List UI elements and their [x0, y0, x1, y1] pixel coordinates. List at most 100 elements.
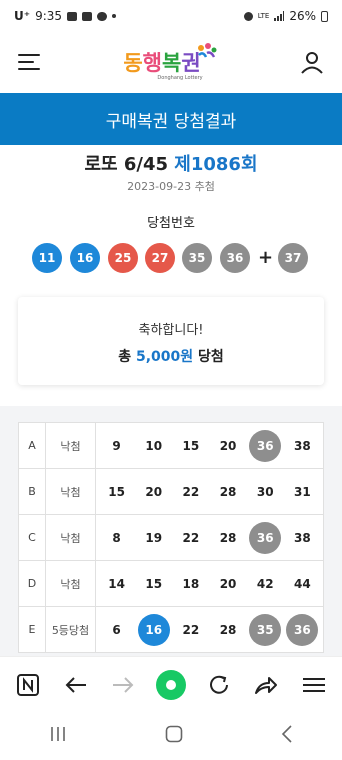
bonus-plus: +: [258, 247, 274, 268]
winning-ball: 27: [145, 243, 175, 273]
back-arrow-icon[interactable]: [60, 669, 92, 701]
logo-char-1: 동: [123, 51, 142, 75]
status-time: 9:35: [35, 9, 63, 23]
donghang-lottery-logo[interactable]: 동 행 복 권 Donghang Lottery: [123, 43, 217, 81]
ticket-numbers: 9 10 15 20 36 38: [95, 422, 324, 469]
ticket-number: 28: [219, 530, 237, 545]
ticket-number: 38: [294, 530, 311, 545]
logo-char-3: 복: [162, 51, 181, 75]
ticket-numbers: 14 15 18 20 42 44: [95, 560, 324, 607]
matched-number-ball: 16: [137, 613, 170, 646]
prize-prefix: 총: [118, 349, 132, 365]
table-row: B 낙첨 15 20 22 28 30 31: [18, 468, 324, 515]
prize-amount-line: 총 5,000원 당첨: [18, 346, 324, 366]
ticket-number: 15: [182, 438, 200, 453]
draw-title: 로또 6/45 제1086회: [0, 150, 342, 176]
battery-icon: [321, 10, 328, 22]
winning-numbers-label: 당첨번호: [147, 216, 195, 231]
logo-people-icon: [197, 43, 217, 58]
ticket-number: 28: [219, 622, 237, 637]
more-notifications-icon: [112, 14, 117, 18]
table-row: A 낙첨 9 10 15 20 36 38: [18, 422, 324, 469]
ticket-slot: C: [18, 514, 46, 561]
ticket-slot: B: [18, 468, 46, 515]
ticket-number: 8: [112, 530, 121, 545]
ticket-numbers: 15 20 22 28 30 31: [95, 468, 324, 515]
page-title-bar: 구매복권 당첨결과: [0, 93, 342, 145]
ticket-number: 38: [294, 438, 311, 453]
matched-number-ball: 36: [249, 521, 282, 554]
share-icon[interactable]: [250, 669, 282, 701]
ticket-number: 30: [256, 484, 274, 499]
prize-summary-card: 축하합니다! 총 5,000원 당첨: [18, 297, 324, 385]
ticket-number: 6: [112, 622, 121, 637]
battery-percent: 26%: [289, 9, 316, 23]
ticket-number: 9: [112, 438, 121, 453]
page-title: 구매복권 당첨결과: [105, 111, 237, 132]
home-icon[interactable]: [165, 725, 183, 747]
home-circle-icon[interactable]: [155, 669, 187, 701]
back-icon[interactable]: [281, 725, 293, 747]
ticket-result: 낙첨: [45, 514, 96, 561]
ticket-slot: A: [18, 422, 46, 469]
ticket-number: 15: [145, 576, 163, 591]
signal-icon: [274, 11, 285, 21]
recent-apps-icon[interactable]: [49, 726, 67, 746]
ticket-number: 22: [182, 530, 200, 545]
system-navigation-bar: [0, 712, 342, 760]
ticket-result: 낙첨: [45, 468, 96, 515]
ticket-number: 20: [219, 576, 237, 591]
matched-number-ball: 36: [249, 429, 282, 462]
ticket-number: 22: [182, 484, 200, 499]
ticket-numbers: 6 16 22 28 35 36: [95, 606, 324, 653]
logo-char-2: 행: [142, 51, 162, 75]
ticket-number: 20: [219, 438, 237, 453]
draw-date: 2023-09-23 추첨: [127, 180, 215, 193]
ticket-number: 42: [256, 576, 274, 591]
forward-arrow-icon[interactable]: [107, 669, 139, 701]
ticket-slot: D: [18, 560, 46, 607]
network-type: LTE: [257, 12, 270, 20]
ticket-number: 22: [182, 622, 200, 637]
ticket-number: 15: [108, 484, 125, 499]
app-header: 동 행 복 권 Donghang Lottery: [0, 32, 342, 92]
refresh-icon[interactable]: [203, 669, 235, 701]
ticket-result: 5등당첨: [45, 606, 96, 653]
menu-lines-icon[interactable]: [298, 669, 330, 701]
ticket-number: 31: [294, 484, 311, 499]
hamburger-menu-icon[interactable]: [18, 53, 40, 71]
prize-suffix: 당첨: [198, 349, 224, 365]
ticket-result: 낙첨: [45, 560, 96, 607]
ticket-number: 10: [145, 438, 163, 453]
ticket-numbers: 8 19 22 28 36 38: [95, 514, 324, 561]
table-row: D 낙첨 14 15 18 20 42 44: [18, 560, 324, 607]
winning-ball: 16: [70, 243, 100, 273]
ticket-slot: E: [18, 606, 46, 653]
winning-ball: 36: [220, 243, 250, 273]
game-name: 로또 6/45: [84, 154, 169, 175]
draw-round: 제1086회: [174, 154, 258, 175]
ticket-number: 19: [145, 530, 163, 545]
ticket-number: 20: [145, 484, 163, 499]
user-profile-icon[interactable]: [300, 50, 324, 74]
carrier-label: U⁺: [14, 9, 31, 23]
matched-number-ball: 36: [286, 613, 319, 646]
bonus-ball: 37: [278, 243, 308, 273]
ticket-number: 44: [294, 576, 311, 591]
table-row: C 낙첨 8 19 22 28 36 38: [18, 514, 324, 561]
n-icon[interactable]: [12, 669, 44, 701]
winning-ball: 25: [108, 243, 138, 273]
table-row: E 5등당첨 6 16 22 28 35 36: [18, 606, 324, 653]
winning-ball: 35: [182, 243, 212, 273]
ticket-results-table: A 낙첨 9 10 15 20 36 38 B 낙첨 15 20 22 28 30 31 C 낙첨 8 19 22 28 3…: [18, 422, 324, 653]
alarm-icon: [243, 11, 253, 21]
congrats-text: 축하합니다!: [138, 323, 204, 338]
logo-subtitle: Donghang Lottery: [157, 75, 203, 81]
ticket-number: 14: [108, 576, 125, 591]
image-notification-icon: [67, 11, 78, 21]
ticket-number: 28: [219, 484, 237, 499]
youtube-notification-icon: [82, 11, 93, 21]
winning-numbers: 11 16 25 27 35 36 + 37: [0, 243, 342, 275]
ticket-result: 낙첨: [45, 422, 96, 469]
browser-toolbar: [0, 656, 342, 712]
